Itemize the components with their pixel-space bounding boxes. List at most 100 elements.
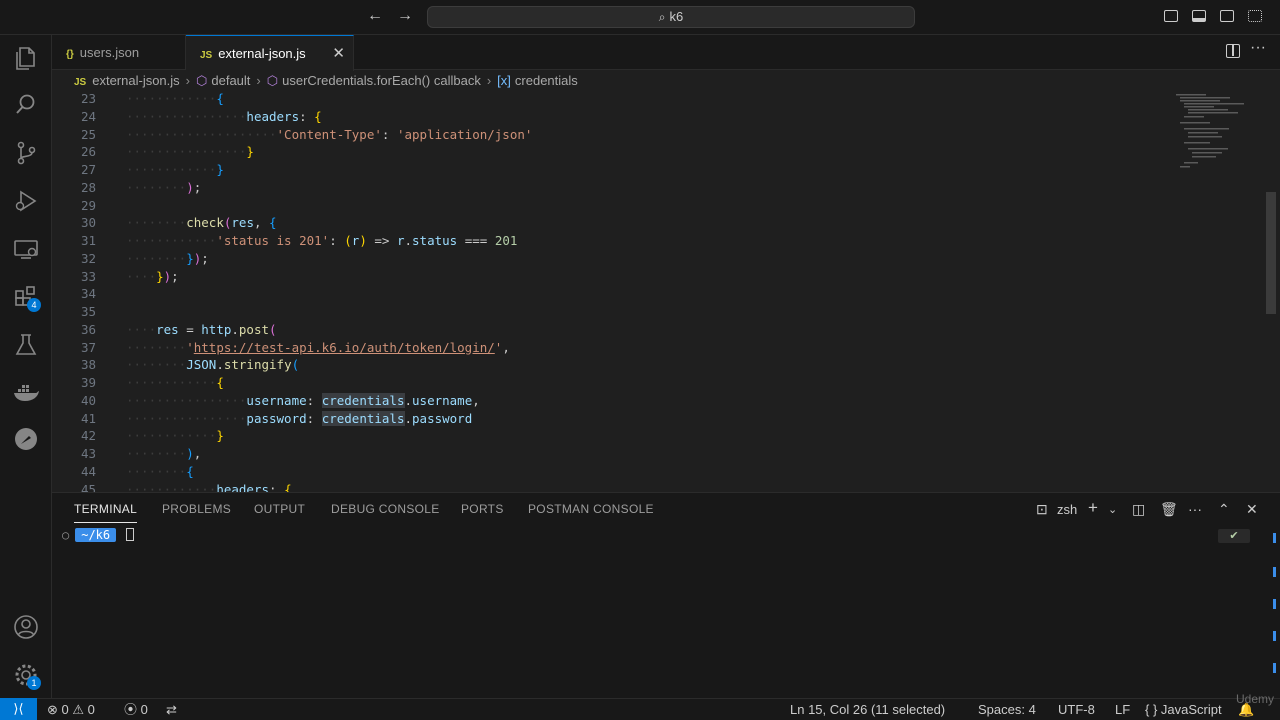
chevron-down-icon[interactable]: ⌄ [1108,503,1117,516]
code-line[interactable]: 32 ········}); [52,250,1162,268]
breadcrumb-item-credentials[interactable]: credentials [515,73,578,88]
language-mode[interactable]: { } JavaScript [1145,699,1222,720]
line-number: 33 [80,268,96,284]
terminal-shell-name[interactable]: zsh [1057,502,1077,517]
tab-problems[interactable]: PROBLEMS [162,502,231,516]
indentation[interactable]: Spaces: 4 [978,699,1036,720]
tab-postman-console[interactable]: POSTMAN CONSOLE [528,502,654,516]
code-line[interactable]: 33 ····}); [52,268,1162,286]
line-number: 35 [80,304,96,319]
run-and-debug-icon[interactable] [12,187,40,215]
trash-icon[interactable]: 🗑 [1160,501,1178,518]
back-arrow-icon[interactable]: ← [367,7,383,25]
toggle-primary-sidebar-icon[interactable] [1164,10,1178,22]
end-of-line[interactable]: LF [1115,699,1130,720]
split-terminal-icon[interactable]: ◫ [1132,501,1145,518]
breadcrumb-item-default[interactable]: default [211,73,250,88]
line-number: 37 [80,339,96,355]
search-text: k6 [669,9,684,24]
editor-tab-bar: {} users.json JS external-json.js ✕ ··· [52,35,1280,71]
code-line[interactable]: 29 [52,197,1162,215]
forward-arrow-icon[interactable]: → [397,7,413,25]
code-line[interactable]: 26 ················} [52,143,1162,161]
line-number: 44 [80,463,96,479]
code-line[interactable]: 25 ····················'Content-Type': 'a… [52,126,1162,144]
code-line[interactable]: 31 ············'status is 201': (r) => r.… [52,232,1162,250]
more-actions-icon[interactable]: ··· [1188,501,1202,517]
bottom-panel: TERMINAL PROBLEMS OUTPUT DEBUG CONSOLE P… [52,492,1280,698]
close-icon[interactable]: ✕ [332,36,345,71]
source-control-icon[interactable] [12,139,40,167]
code-line[interactable]: 35 [52,303,1162,321]
manage-gear-icon[interactable]: 1 [12,661,41,690]
more-actions-icon[interactable]: ··· [1250,39,1266,57]
json-file-icon: {} [66,49,74,60]
code-line[interactable]: 42 ············} [52,427,1162,445]
prompt-path: ~/k6 [75,528,117,542]
code-line[interactable]: 30 ········check(res, { [52,214,1162,232]
code-text: ········); [126,179,202,195]
code-line[interactable]: 43 ········), [52,445,1162,463]
minimap[interactable] [1176,92,1264,172]
testing-flask-icon[interactable] [12,331,40,359]
accounts-icon[interactable] [12,613,40,641]
tab-terminal[interactable]: TERMINAL [74,502,138,523]
new-terminal-plus-icon[interactable]: + [1088,498,1098,518]
toggle-panel-icon[interactable] [1192,10,1206,22]
explorer-icon[interactable] [12,43,40,71]
tab-external-json-js[interactable]: JS external-json.js ✕ [186,35,354,71]
maximize-panel-chevron-up-icon[interactable]: ⌃ [1218,501,1230,518]
code-line[interactable]: 44 ········{ [52,463,1162,481]
breadcrumb-item-callback[interactable]: userCredentials.forEach() callback [282,73,481,88]
settings-badge: 1 [27,676,41,690]
code-line[interactable]: 41 ················password: credentials.… [52,410,1162,428]
chevron-right-icon: › [185,73,191,88]
code-line[interactable]: 39 ············{ [52,374,1162,392]
line-number: 39 [80,375,96,390]
extensions-icon[interactable]: 4 [12,283,41,312]
line-number: 41 [80,410,96,426]
split-editor-icon[interactable] [1226,44,1240,58]
code-line[interactable]: 23 ············{ [52,92,1162,108]
tab-ports[interactable]: PORTS [461,502,504,516]
close-panel-icon[interactable]: ✕ [1246,501,1258,518]
code-line[interactable]: 28 ········); [52,179,1162,197]
warning-icon: ⚠ [72,702,85,717]
remote-indicator-icon[interactable]: ⟩⟨ [0,698,37,720]
line-number: 23 [80,92,96,106]
live-share-icon[interactable]: ⇄ [166,699,177,720]
activity-bar: 4 1 [0,35,52,698]
error-count: 0 [61,702,69,717]
ports-status[interactable]: ⦿ 0 [124,699,148,720]
code-line[interactable]: 36 ····res = http.post( [52,321,1162,339]
panel-scroll-markers [1273,533,1276,693]
terminal-prompt[interactable]: ○ ~/k6 [62,528,135,544]
tab-users-json[interactable]: {} users.json [52,35,186,70]
encoding[interactable]: UTF-8 [1058,699,1095,720]
code-line[interactable]: 45 ············headers: { [52,481,1162,493]
code-text: ················username: credentials.us… [126,392,480,408]
line-number: 31 [80,233,96,248]
code-editor[interactable]: 23 ············{ 24 ················headers… [52,92,1280,492]
remote-explorer-icon[interactable] [12,235,40,263]
tab-debug-console[interactable]: DEBUG CONSOLE [331,502,440,516]
problems-status[interactable]: ⊗ 0 ⚠ 0 [47,699,95,720]
tab-output[interactable]: OUTPUT [254,502,305,516]
search-icon[interactable] [12,91,40,119]
toggle-secondary-sidebar-icon[interactable] [1220,10,1234,22]
code-line[interactable]: 24 ················headers: { [52,108,1162,126]
code-line[interactable]: 27 ············} [52,161,1162,179]
editor-scrollbar[interactable] [1266,192,1276,314]
code-line[interactable]: 38 ········JSON.stringify( [52,356,1162,374]
breadcrumb-file[interactable]: external-json.js [92,73,179,88]
line-number: 38 [80,357,96,373]
code-line[interactable]: 37 ········'https://test-api.k6.io/auth/t… [52,339,1162,357]
code-text: ············{ [126,92,224,106]
code-line[interactable]: 40 ················username: credentials.… [52,392,1162,410]
command-center-search[interactable]: ⌕ k6 [427,6,915,28]
postman-icon[interactable] [12,425,40,453]
docker-whale-icon[interactable] [12,379,40,407]
code-line[interactable]: 34 [52,285,1162,303]
customize-layout-icon[interactable] [1248,10,1262,22]
cursor-position[interactable]: Ln 15, Col 26 (11 selected) [790,699,945,720]
